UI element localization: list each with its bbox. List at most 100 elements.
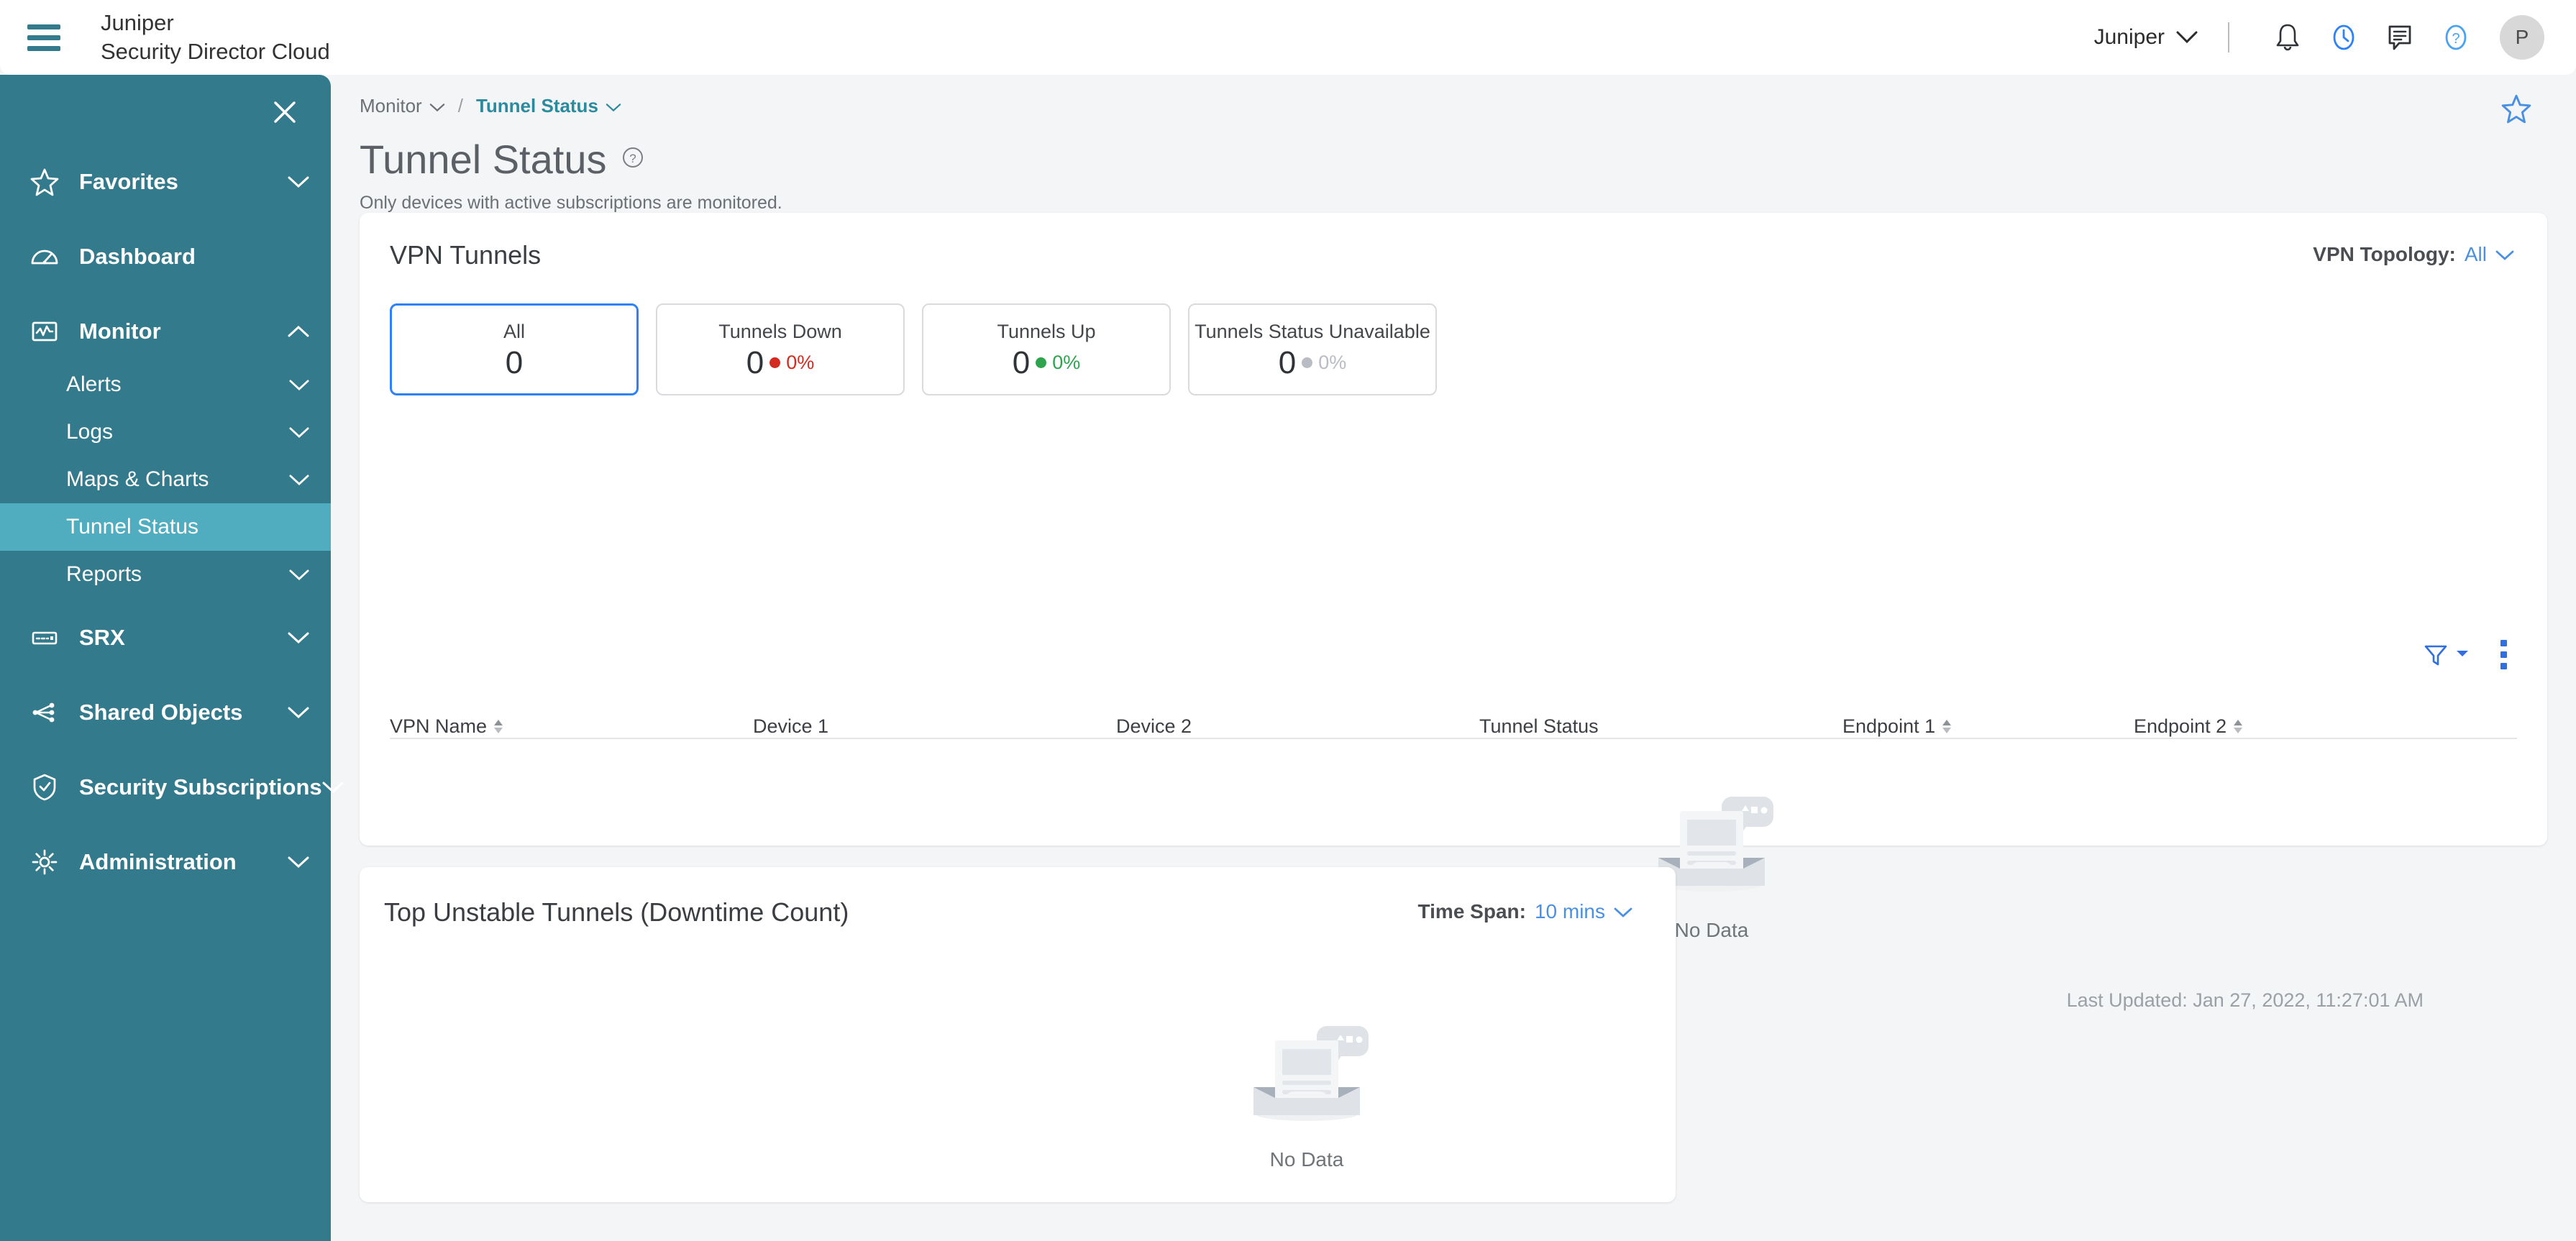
bell-icon[interactable] xyxy=(2260,16,2316,59)
kpi-value: 0 xyxy=(1012,344,1031,380)
sidebar-item-maps-and-charts[interactable]: Maps & Charts xyxy=(0,456,331,503)
kpi-card-tunnels-down[interactable]: Tunnels Down 0 0% xyxy=(656,303,905,395)
sidebar-item-label: Favorites xyxy=(79,169,178,194)
column-label: Device 1 xyxy=(753,715,829,737)
top-bar-right: Juniper ? P xyxy=(2094,15,2544,60)
time-span-value[interactable]: 10 mins xyxy=(1535,900,1605,923)
chevron-down-icon xyxy=(606,95,621,117)
brand: Juniper Security Director Cloud xyxy=(101,9,330,65)
chevron-up-icon xyxy=(288,325,309,338)
chat-icon[interactable] xyxy=(2372,16,2428,59)
card-title: VPN Tunnels xyxy=(390,240,542,270)
chevron-down-icon xyxy=(289,569,309,581)
column-label: Endpoint 1 xyxy=(1842,715,1936,737)
sidebar-item-shared-objects[interactable]: Shared Objects xyxy=(0,683,331,742)
column-header-endpoint-2[interactable]: Endpoint 2 xyxy=(2134,715,2421,738)
chevron-down-icon xyxy=(1614,900,1632,923)
chevron-down-icon xyxy=(289,426,309,439)
sidebar-item-label: Logs xyxy=(66,420,114,444)
sort-icon xyxy=(494,720,503,733)
sidebar-item-tunnel-status[interactable]: Tunnel Status xyxy=(0,503,331,551)
sidebar-item-label: Shared Objects xyxy=(79,700,243,725)
column-header-vpn-name[interactable]: VPN Name xyxy=(390,715,753,738)
sidebar-item-alerts[interactable]: Alerts xyxy=(0,361,331,408)
column-label: Tunnel Status xyxy=(1479,715,1599,737)
gear-icon xyxy=(29,846,70,878)
sidebar-item-reports[interactable]: Reports xyxy=(0,551,331,598)
kpi-value: 0 xyxy=(505,344,524,380)
star-outline-icon[interactable] xyxy=(2500,92,2533,129)
time-span-filter[interactable]: Time Span: 10 mins xyxy=(1418,900,1632,923)
chevron-down-icon xyxy=(322,781,344,794)
tenant-selector[interactable]: Juniper xyxy=(2094,25,2198,50)
top-bar: Juniper Security Director Cloud Juniper … xyxy=(0,0,2576,75)
column-header-device-2[interactable]: Device 2 xyxy=(1116,715,1479,738)
sidebar-item-favorites[interactable]: Favorites xyxy=(0,152,331,211)
device-icon xyxy=(29,622,70,654)
sort-icon xyxy=(1942,720,1952,733)
breadcrumb-separator: / xyxy=(457,95,463,116)
sidebar-item-dashboard[interactable]: Dashboard xyxy=(0,227,331,286)
clock-icon[interactable] xyxy=(2316,16,2372,59)
breadcrumb-parent[interactable]: Monitor xyxy=(360,95,445,117)
column-label: Endpoint 2 xyxy=(2134,715,2227,737)
sidebar-item-monitor[interactable]: Monitor xyxy=(0,302,331,361)
kpi-value: 0 xyxy=(746,344,764,380)
sidebar-item-administration[interactable]: Administration xyxy=(0,833,331,892)
column-header-tunnel-status[interactable]: Tunnel Status xyxy=(1479,715,1842,738)
kpi-value: 0 xyxy=(1278,344,1297,380)
sidebar-item-security-subscriptions[interactable]: Security Subscriptions xyxy=(0,758,344,817)
kpi-group: All 0 Tunnels Down 0 0% Tunnels Up 0 0% xyxy=(390,303,1437,395)
empty-state-text: No Data xyxy=(1269,1148,1344,1171)
vpn-topology-value[interactable]: All xyxy=(2465,243,2487,266)
kpi-card-tunnels-status-unavailable[interactable]: Tunnels Status Unavailable 0 0% xyxy=(1188,303,1437,395)
chevron-down-icon xyxy=(2456,649,2469,661)
sidebar-item-label: Dashboard xyxy=(79,244,196,269)
monitor-chart-icon xyxy=(29,316,70,347)
table-header: VPN Name Device 1 Device 2 Tunnel Status… xyxy=(390,699,2517,739)
brand-line-1: Juniper xyxy=(101,10,174,36)
top-unstable-tunnels-card: Top Unstable Tunnels (Downtime Count) Ti… xyxy=(360,867,1676,1202)
filter-icon[interactable] xyxy=(2421,641,2469,669)
sidebar-item-logs[interactable]: Logs xyxy=(0,408,331,456)
sidebar-item-label: Maps & Charts xyxy=(66,467,209,491)
kpi-label: All xyxy=(503,320,525,342)
sidebar-item-label: Reports xyxy=(66,562,142,586)
vpn-topology-filter[interactable]: VPN Topology: All xyxy=(2313,243,2514,266)
help-circle-icon[interactable]: ? xyxy=(621,145,645,173)
kpi-label: Tunnels Up xyxy=(997,320,1096,342)
kpi-percent: 0% xyxy=(1318,352,1347,373)
table-toolbar xyxy=(2421,640,2507,669)
sidebar-item-label: Monitor xyxy=(79,319,161,344)
hamburger-icon[interactable] xyxy=(27,22,68,53)
chevron-down-icon xyxy=(2495,243,2514,266)
shield-check-icon xyxy=(29,771,70,803)
chevron-down-icon xyxy=(288,175,309,188)
svg-text:?: ? xyxy=(630,152,636,165)
card-title: Top Unstable Tunnels (Downtime Count) xyxy=(384,897,849,927)
tenant-label: Juniper xyxy=(2093,25,2165,49)
main-content: Monitor / Tunnel Status Tunnel Status ? … xyxy=(331,75,2576,1241)
kpi-card-all[interactable]: All 0 xyxy=(390,303,639,395)
help-icon[interactable]: ? xyxy=(2428,16,2484,59)
kpi-label: Tunnels Status Unavailable xyxy=(1195,320,1430,342)
gauge-icon xyxy=(29,241,70,273)
column-header-device-1[interactable]: Device 1 xyxy=(753,715,1116,738)
kpi-card-tunnels-up[interactable]: Tunnels Up 0 0% xyxy=(922,303,1171,395)
breadcrumb-current[interactable]: Tunnel Status xyxy=(476,95,621,117)
sidebar-item-label: Administration xyxy=(79,849,237,874)
column-header-endpoint-1[interactable]: Endpoint 1 xyxy=(1842,715,2134,738)
sidebar: Favorites Dashboard Monitor Alerts Logs … xyxy=(0,75,344,1241)
chevron-down-icon xyxy=(289,474,309,486)
brand-line-2: Security Director Cloud xyxy=(101,39,330,64)
sidebar-item-label: SRX xyxy=(79,625,125,650)
kebab-menu-icon[interactable] xyxy=(2500,640,2507,669)
avatar[interactable]: P xyxy=(2500,15,2544,60)
vpn-topology-label: VPN Topology: xyxy=(2313,243,2456,265)
kpi-label: Tunnels Down xyxy=(718,320,842,342)
close-icon[interactable] xyxy=(265,92,305,132)
divider xyxy=(2228,22,2229,52)
page-subtitle: Only devices with active subscriptions a… xyxy=(360,193,782,213)
status-dot-down xyxy=(769,357,781,368)
sidebar-item-srx[interactable]: SRX xyxy=(0,608,331,667)
